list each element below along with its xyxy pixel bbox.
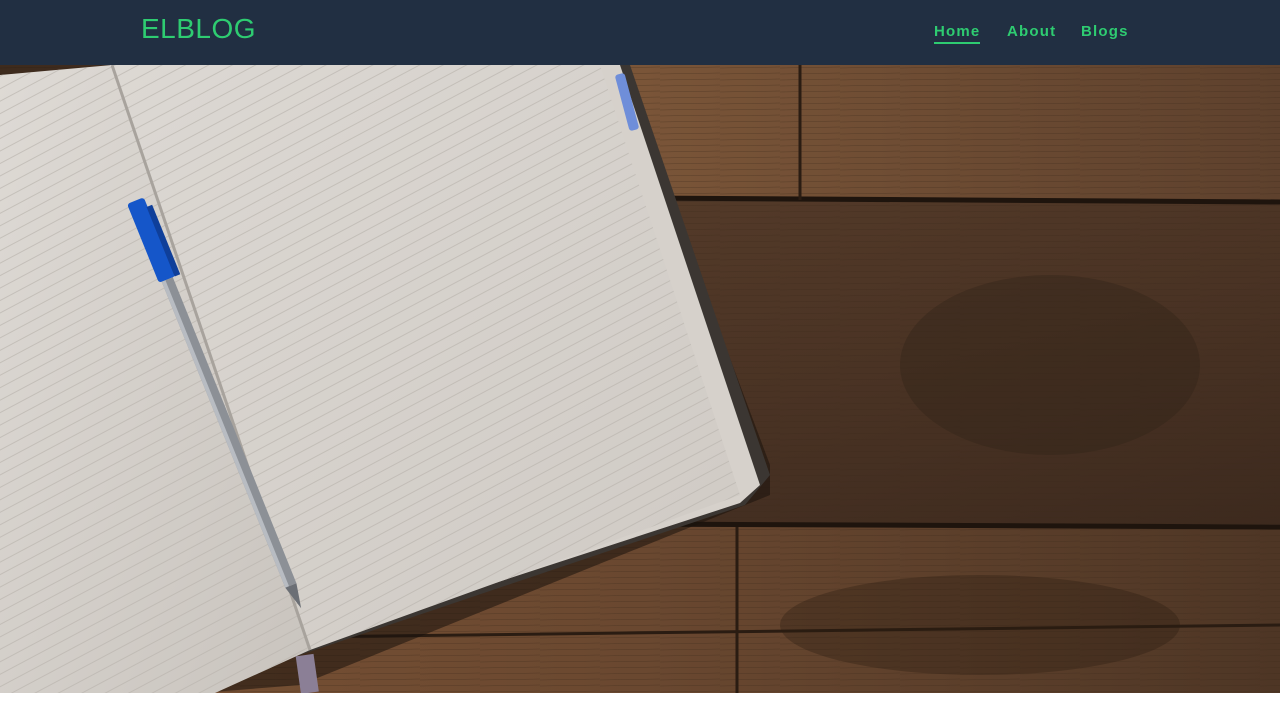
main-nav: Home About Blogs <box>0 22 1280 44</box>
hero-banner <box>0 65 1280 693</box>
page-content-area <box>0 693 1280 709</box>
nav-home-link[interactable]: Home <box>934 22 981 44</box>
nav-blogs-link[interactable]: Blogs <box>1081 22 1129 42</box>
top-navbar: ELBLOG Home About Blogs <box>0 0 1280 65</box>
hero-photo <box>0 65 1280 693</box>
nav-about-link[interactable]: About <box>1007 22 1056 42</box>
